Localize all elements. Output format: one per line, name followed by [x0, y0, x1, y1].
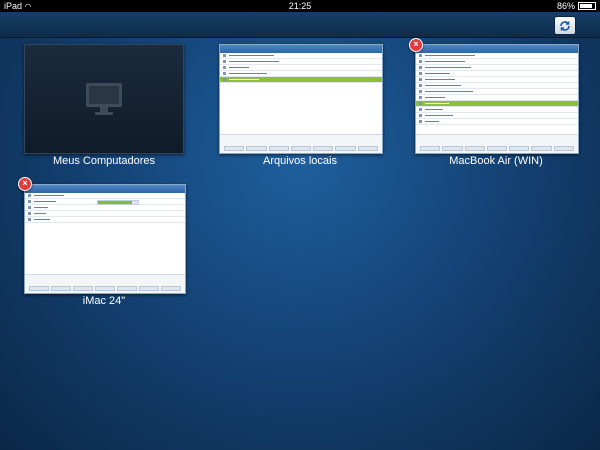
- sync-icon: [560, 20, 570, 31]
- thumb-footer: [220, 134, 382, 153]
- tile-thumbnail[interactable]: [24, 184, 186, 294]
- close-icon[interactable]: ×: [18, 177, 32, 191]
- tile-caption: iMac 24": [82, 295, 126, 307]
- battery-status: 86%: [557, 0, 596, 12]
- thumb-header: [25, 185, 185, 193]
- list-item: [25, 217, 185, 223]
- list-item: [416, 119, 578, 125]
- thumb-footer: [416, 134, 578, 153]
- thumb-header: [220, 45, 382, 53]
- monitor-icon: [86, 83, 122, 115]
- thumb-file-list: [25, 193, 185, 223]
- tile-caption: Arquivos locais: [263, 155, 337, 167]
- battery-percent: 86%: [556, 1, 575, 11]
- battery-level: [580, 4, 593, 8]
- thumb-header: [416, 45, 578, 53]
- close-icon[interactable]: ×: [409, 38, 423, 52]
- thumb-file-list: [416, 53, 578, 125]
- tile-thumbnail[interactable]: [415, 44, 579, 154]
- list-item: [220, 77, 382, 83]
- thumb-file-list: [220, 53, 382, 83]
- sync-button[interactable]: [554, 16, 576, 35]
- tile-caption: Meus Computadores: [52, 155, 156, 167]
- tile-thumbnail[interactable]: [219, 44, 383, 154]
- status-bar: iPad ◠ 21:25 86%: [0, 0, 600, 12]
- top-toolbar: [0, 12, 600, 38]
- tile-thumbnail[interactable]: [24, 44, 184, 154]
- clock: 21:25: [288, 1, 312, 11]
- battery-icon: [578, 2, 596, 10]
- thumb-footer: [25, 274, 185, 293]
- tile-caption: MacBook Air (WIN): [449, 155, 543, 167]
